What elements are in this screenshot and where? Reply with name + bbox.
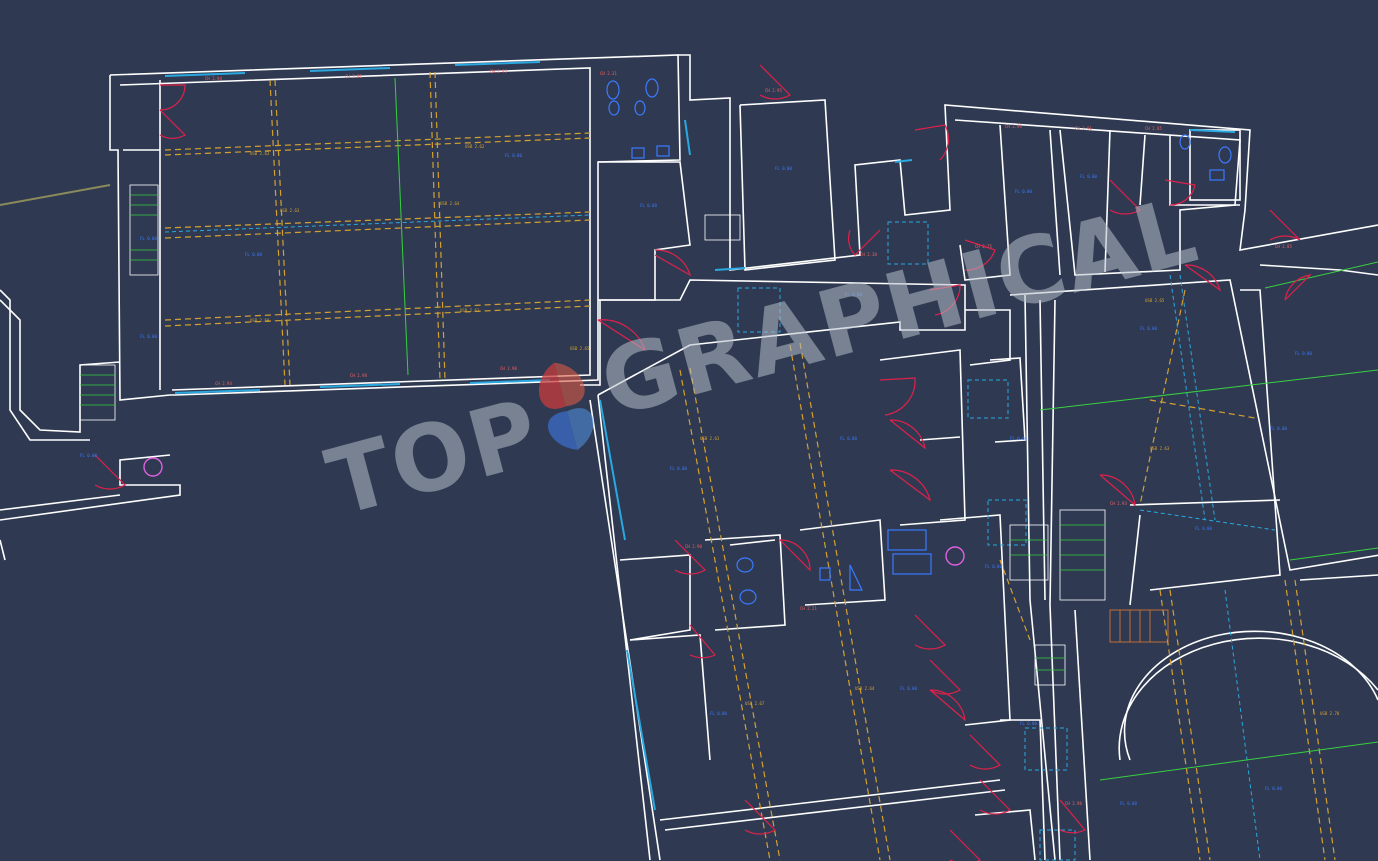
svg-text:CH 2.94: CH 2.94 [205,76,222,81]
svg-text:CH 2.75: CH 2.75 [975,244,992,249]
svg-text:USB 2.62: USB 2.62 [465,144,485,149]
svg-text:CH 2.90: CH 2.90 [685,544,702,549]
svg-text:FL 0.00: FL 0.00 [1195,526,1212,531]
svg-text:FL 0.00: FL 0.00 [845,292,862,297]
svg-text:USB 2.61: USB 2.61 [460,308,480,313]
svg-text:CH 2.93: CH 2.93 [1005,124,1022,129]
svg-text:USB 2.63: USB 2.63 [1150,446,1170,451]
svg-text:CH 2.90: CH 2.90 [500,366,517,371]
svg-text:CH 2.98: CH 2.98 [1065,801,1082,806]
svg-text:CH 2.94: CH 2.94 [215,381,232,386]
svg-text:FL 0.00: FL 0.00 [900,686,917,691]
svg-text:USB 2.64: USB 2.64 [440,201,460,206]
svg-text:FL 0.00: FL 0.00 [1020,721,1037,726]
svg-text:FL 0.00: FL 0.00 [985,564,1002,569]
svg-text:FL 0.00: FL 0.00 [1270,426,1287,431]
svg-text:FL 0.00: FL 0.00 [710,711,727,716]
svg-text:USB 2.63: USB 2.63 [700,436,720,441]
svg-text:CH 2.91: CH 2.91 [1075,126,1092,131]
services-ducts [164,214,1276,861]
svg-text:USB 2.65: USB 2.65 [570,346,590,351]
svg-text:CH 2.31: CH 2.31 [600,71,617,76]
svg-text:USB 2.70: USB 2.70 [1320,711,1340,716]
circular-column-icon [945,546,965,566]
svg-text:FL 0.00: FL 0.00 [140,236,157,241]
svg-text:FL 0.00: FL 0.00 [1080,174,1097,179]
door-swings [94,64,1312,861]
svg-text:FL 0.00: FL 0.00 [1120,801,1137,806]
svg-text:FL 0.00: FL 0.00 [505,153,522,158]
svg-text:FL 0.00: FL 0.00 [1295,351,1312,356]
svg-text:FL 0.00: FL 0.00 [640,203,657,208]
svg-text:USB 2.63: USB 2.63 [280,208,300,213]
circular-columns [143,457,965,566]
svg-text:CH 2.85: CH 2.85 [1275,244,1292,249]
floor-plan-drawing: CH 2.94 CH 2.91 CH 2.95 CH 2.94 CH 2.98 … [0,54,1378,861]
svg-text:USB 2.67: USB 2.67 [745,701,765,706]
outer-walls [0,54,1378,861]
svg-text:FL 0.00: FL 0.00 [670,466,687,471]
svg-text:FL 0.00: FL 0.00 [1015,189,1032,194]
svg-text:CH 2.30: CH 2.30 [860,252,877,257]
svg-text:FL 0.00: FL 0.00 [245,252,262,257]
svg-text:CH 2.93: CH 2.93 [1110,501,1127,506]
svg-text:FL 0.00: FL 0.00 [80,453,97,458]
svg-text:USB 2.60: USB 2.60 [250,318,270,323]
svg-text:CH 2.95: CH 2.95 [490,69,507,74]
svg-text:USB 2.64: USB 2.64 [855,686,875,691]
svg-text:FL 0.00: FL 0.00 [840,436,857,441]
svg-text:USB 2.65: USB 2.65 [1145,298,1165,303]
level-lines [0,77,1378,781]
circular-column-icon [143,457,163,477]
svg-text:CH 2.98: CH 2.98 [350,373,367,378]
svg-text:CH 2.91: CH 2.91 [345,74,362,79]
svg-text:FL 0.00: FL 0.00 [775,166,792,171]
svg-text:FL 0.00: FL 0.00 [1010,436,1027,441]
sanitary-fixtures [606,78,1232,605]
dimension-tags: CH 2.94 CH 2.91 CH 2.95 CH 2.94 CH 2.98 … [80,69,1340,806]
svg-text:FL 0.00: FL 0.00 [1265,786,1282,791]
svg-text:CH 2.21: CH 2.21 [800,606,817,611]
svg-text:CH 2.95: CH 2.95 [765,88,782,93]
svg-text:FL 0.00: FL 0.00 [140,334,157,339]
svg-text:CH 2.85: CH 2.85 [1145,126,1162,131]
svg-text:FL 0.00: FL 0.00 [1140,326,1157,331]
structural-beams [164,71,1336,861]
svg-text:USB 2.63: USB 2.63 [250,151,270,156]
